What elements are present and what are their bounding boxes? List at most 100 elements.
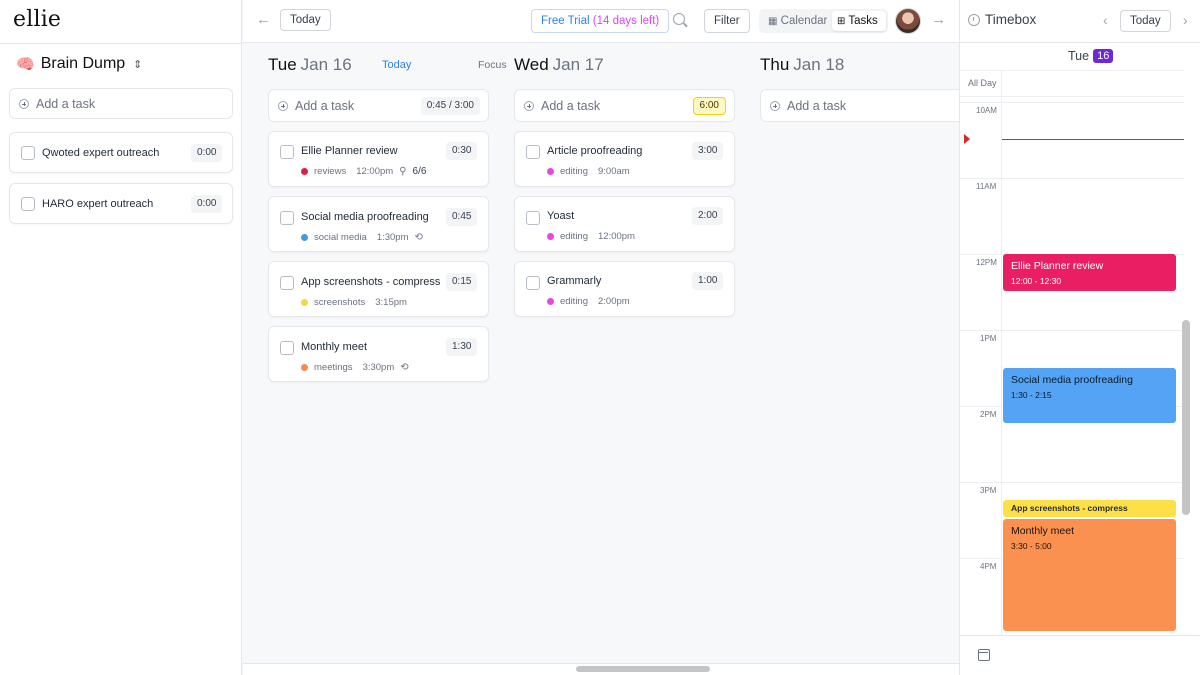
horizontal-scrollbar[interactable] xyxy=(576,666,710,672)
day-header: Wed Jan 17 xyxy=(514,55,604,75)
add-task-input[interactable]: Add a task 0:45 / 3:00 xyxy=(268,89,489,122)
timebox-grid[interactable]: 10AM 11AM 12PM 1PM 2PM 3PM 4PM Ellie Pla… xyxy=(960,70,1200,635)
task-card[interactable]: Qwoted expert outreach 0:00 xyxy=(9,132,233,173)
task-duration[interactable]: 0:00 xyxy=(191,144,223,162)
focus-button[interactable]: Focus xyxy=(478,59,507,71)
brain-dump-selector[interactable]: 🧠 Brain Dump ⇕ xyxy=(16,55,142,73)
task-duration[interactable]: 0:30 xyxy=(446,142,478,160)
tag-dot xyxy=(301,234,308,241)
task-card[interactable]: Monthly meet 1:30 meetings 3:30pm ⟲ xyxy=(268,326,489,382)
arrow-right-icon[interactable]: → xyxy=(931,11,946,28)
task-tag: meetings xyxy=(314,362,353,373)
task-checkbox[interactable] xyxy=(21,197,35,211)
day-column-thu: Thu Jan 18 Add a task xyxy=(760,44,959,663)
filter-button[interactable]: Filter xyxy=(704,9,750,33)
day-weekday: Tue xyxy=(268,55,297,74)
add-task-input[interactable]: Add a task xyxy=(760,89,959,122)
task-card[interactable]: App screenshots - compress 0:15 screensh… xyxy=(268,261,489,317)
add-task-label: Add a task xyxy=(787,98,847,113)
task-checkbox[interactable] xyxy=(280,145,294,159)
divider xyxy=(960,102,1184,103)
task-meta: screenshots 3:15pm xyxy=(301,297,407,308)
repeat-icon: ⟲ xyxy=(414,232,423,243)
task-tag: editing xyxy=(560,231,588,242)
task-meta: social media 1:30pm ⟲ xyxy=(301,232,423,243)
task-card[interactable]: Grammarly 1:00 editing 2:00pm xyxy=(514,261,735,317)
timebox-event[interactable]: Social media proofreading 1:30 - 2:15 xyxy=(1003,368,1176,423)
today-button[interactable]: Today xyxy=(280,9,331,31)
timebox-event[interactable]: App screenshots - compress xyxy=(1003,500,1176,517)
task-time: 12:00pm xyxy=(598,231,635,242)
divider xyxy=(0,43,242,44)
task-checkbox[interactable] xyxy=(21,146,35,160)
toolbar: ← Today Free Trial (14 days left) Filter… xyxy=(243,0,959,43)
task-duration[interactable]: 1:30 xyxy=(446,338,478,356)
timebox-event[interactable]: Monthly meet 3:30 - 5:00 xyxy=(1003,519,1176,631)
app-logo[interactable]: ellie xyxy=(13,7,61,32)
task-title: Qwoted expert outreach xyxy=(42,147,160,159)
day-column-tue: Tue Jan 16 Today Focus Add a task 0:45 / … xyxy=(268,44,507,663)
day-weekday: Wed xyxy=(514,55,549,74)
search-icon[interactable] xyxy=(673,13,685,25)
task-tag: social media xyxy=(314,232,367,243)
timebox-day-number: 16 xyxy=(1093,49,1114,63)
timebox-day-label: Tue 16 xyxy=(1068,49,1114,63)
task-duration[interactable]: 0:15 xyxy=(446,273,478,291)
divider xyxy=(960,330,1184,331)
hour-label: 4PM xyxy=(980,562,997,571)
timebox-header: Timebox ‹ Today › xyxy=(960,0,1200,43)
brain-dump-add-task[interactable]: Add a task xyxy=(9,88,233,119)
plus-circle-icon xyxy=(770,100,780,111)
chevron-right-icon[interactable]: › xyxy=(1183,12,1188,28)
timebox-footer xyxy=(960,635,1200,675)
today-tag: Today xyxy=(382,59,412,71)
task-checkbox[interactable] xyxy=(280,211,294,225)
day-weekday: Thu xyxy=(760,55,790,74)
trial-label: Free Trial xyxy=(541,15,590,27)
task-card[interactable]: Ellie Planner review 0:30 reviews 12:00p… xyxy=(268,131,489,187)
task-card[interactable]: HARO expert outreach 0:00 xyxy=(9,183,233,224)
task-title: Ellie Planner review xyxy=(301,145,398,157)
chevron-left-icon[interactable]: ‹ xyxy=(1103,12,1108,28)
event-time: 1:30 - 2:15 xyxy=(1011,390,1052,400)
task-checkbox[interactable] xyxy=(526,211,540,225)
hour-label: 3PM xyxy=(980,486,997,495)
planned-time-ratio: 6:00 xyxy=(692,97,726,115)
task-duration[interactable]: 0:45 xyxy=(446,208,478,226)
view-tasks-tab[interactable]: ⊞ Tasks xyxy=(832,11,886,31)
task-card[interactable]: Yoast 2:00 editing 12:00pm xyxy=(514,196,735,252)
task-checkbox[interactable] xyxy=(526,276,540,290)
timebox-title: Timebox xyxy=(968,12,1036,27)
free-trial-button[interactable]: Free Trial (14 days left) xyxy=(531,9,670,33)
task-card[interactable]: Article proofreading 3:00 editing 9:00am xyxy=(514,131,735,187)
arrow-left-icon[interactable]: ← xyxy=(256,11,271,28)
app: ellie 🧠 Brain Dump ⇕ Add a task Qwoted e… xyxy=(0,0,1200,675)
add-task-input[interactable]: Add a task 6:00 xyxy=(514,89,735,122)
task-meta: editing 12:00pm xyxy=(547,231,635,242)
task-duration[interactable]: 0:00 xyxy=(191,195,223,213)
task-duration[interactable]: 2:00 xyxy=(692,207,724,225)
tag-dot xyxy=(301,364,308,371)
view-calendar-tab[interactable]: ▦ Calendar xyxy=(763,11,832,31)
task-time: 1:30pm xyxy=(376,232,409,243)
hour-label: 10AM xyxy=(976,106,997,115)
vertical-scrollbar[interactable] xyxy=(1182,320,1190,515)
task-duration[interactable]: 3:00 xyxy=(692,142,724,160)
hour-label: 1PM xyxy=(980,334,997,343)
task-time: 12:00pm xyxy=(356,166,394,177)
brain-dump-title: Brain Dump xyxy=(40,55,126,72)
task-checkbox[interactable] xyxy=(280,341,294,355)
task-checkbox[interactable] xyxy=(280,276,294,290)
timebox-today-button[interactable]: Today xyxy=(1120,10,1171,32)
user-avatar[interactable] xyxy=(895,8,921,34)
brain-dump-sidebar: ellie 🧠 Brain Dump ⇕ Add a task Qwoted e… xyxy=(0,0,242,675)
task-checkbox[interactable] xyxy=(526,145,540,159)
timebox-event[interactable]: Ellie Planner review 12:00 - 12:30 xyxy=(1003,254,1176,291)
task-time: 3:15pm xyxy=(375,297,407,308)
tag-dot xyxy=(301,168,308,175)
calendar-icon[interactable] xyxy=(978,649,990,661)
task-card[interactable]: Social media proofreading 0:45 social me… xyxy=(268,196,489,252)
task-title: App screenshots - compress xyxy=(301,276,441,288)
plus-circle-icon xyxy=(524,100,534,111)
task-duration[interactable]: 1:00 xyxy=(692,272,724,290)
